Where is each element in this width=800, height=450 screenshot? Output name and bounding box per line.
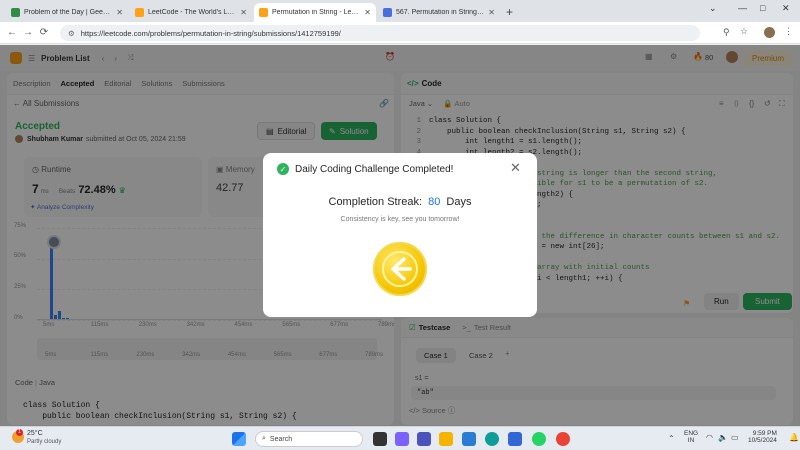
windows-taskbar: 1 25°C Partly cloudy ⌕ Search ⌃ ENG IN ◠ … xyxy=(0,426,800,450)
teams-icon[interactable] xyxy=(417,432,431,446)
tab-close-icon[interactable]: ✕ xyxy=(116,8,123,17)
tab-favicon-icon xyxy=(11,8,20,17)
lang-secondary: IN xyxy=(687,437,695,444)
streak-label: Completion Streak: xyxy=(328,196,423,208)
streak-unit: Days xyxy=(446,196,472,208)
tab-favicon-icon xyxy=(135,8,144,17)
url-input[interactable]: ⚙ https://leetcode.com/problems/permutat… xyxy=(60,25,700,41)
lang-primary: ENG xyxy=(684,430,699,437)
vscode-icon[interactable] xyxy=(462,432,476,446)
tab-title: Problem of the Day | GeeksforG xyxy=(24,9,112,16)
browser-tab[interactable]: LeetCode - The World's Leading ✕ xyxy=(130,3,252,22)
tab-title: LeetCode - The World's Leading xyxy=(148,9,236,16)
modal-subtitle: Consistency is key, see you tomorrow! xyxy=(340,216,460,223)
maximize-icon[interactable]: □ xyxy=(760,3,765,13)
task-view-icon[interactable] xyxy=(373,432,387,446)
zoom-icon[interactable]: ⚲ xyxy=(723,27,730,38)
close-window-icon[interactable]: ✕ xyxy=(782,3,790,14)
browser-tab[interactable]: Permutation in String - LeetCo ✕ xyxy=(254,3,376,22)
reload-icon[interactable]: ⟳ xyxy=(36,27,52,38)
streak-value: 80 xyxy=(428,196,441,208)
check-circle-icon: ✓ xyxy=(277,163,289,175)
windows-start-icon[interactable] xyxy=(232,432,246,446)
forward-icon[interactable]: → xyxy=(20,27,36,38)
address-bar-row: ← → ⟳ ⚙ https://leetcode.com/problems/pe… xyxy=(0,22,800,44)
copilot-icon[interactable] xyxy=(395,432,409,446)
wifi-icon[interactable]: ◠ xyxy=(706,433,713,442)
site-info-icon[interactable]: ⚙ xyxy=(68,29,75,38)
browser-tab-bar: Problem of the Day | GeeksforG✕LeetCode … xyxy=(0,0,800,22)
volume-icon[interactable]: 🔈 xyxy=(718,433,728,442)
notification-bell-icon[interactable]: 🔔 xyxy=(789,433,799,442)
url-text: https://leetcode.com/problems/permutatio… xyxy=(80,28,341,38)
weather-badge: 1 xyxy=(16,429,23,436)
streak-line: Completion Streak: 80 Days xyxy=(263,196,537,208)
tab-close-icon[interactable]: ✕ xyxy=(240,8,247,17)
back-icon[interactable]: ← xyxy=(4,27,20,38)
close-icon[interactable]: ✕ xyxy=(510,160,521,176)
search-label: Search xyxy=(269,435,293,443)
bookmark-star-icon[interactable]: ☆ xyxy=(740,26,748,37)
search-icon: ⌕ xyxy=(262,435,266,442)
edge-icon[interactable] xyxy=(485,432,499,446)
clock[interactable]: 9:59 PM 10/5/2024 xyxy=(748,430,777,444)
chevron-down-icon[interactable]: ⌄ xyxy=(709,3,717,14)
file-explorer-icon[interactable] xyxy=(439,432,453,446)
chrome-icon[interactable] xyxy=(556,432,570,446)
tab-close-icon[interactable]: ✕ xyxy=(364,8,371,17)
daily-challenge-modal: ✓ Daily Coding Challenge Completed! ✕ Co… xyxy=(263,153,537,317)
leetcode-coin-icon xyxy=(373,242,427,296)
minimize-icon[interactable]: — xyxy=(738,3,747,13)
browser-tab[interactable]: Problem of the Day | GeeksforG ✕ xyxy=(6,3,128,22)
menu-kebab-icon[interactable]: ⋮ xyxy=(784,26,793,37)
clock-date: 10/5/2024 xyxy=(748,437,777,444)
whatsapp-icon[interactable] xyxy=(532,432,546,446)
weather-desc: Partly cloudy xyxy=(27,439,62,445)
tab-title: Permutation in String - LeetCo xyxy=(272,9,361,16)
tray-chevron-icon[interactable]: ⌃ xyxy=(668,434,675,443)
taskbar-search[interactable]: ⌕ Search xyxy=(255,431,363,447)
tab-favicon-icon xyxy=(383,8,392,17)
browser-tab[interactable]: 567. Permutation in String - In ✕ xyxy=(378,3,500,22)
new-tab-button[interactable]: + xyxy=(506,5,513,19)
tab-close-icon[interactable]: ✕ xyxy=(488,8,495,17)
modal-title: Daily Coding Challenge Completed! xyxy=(295,164,454,175)
store-icon[interactable] xyxy=(508,432,522,446)
clock-time: 9:59 PM xyxy=(752,430,777,437)
tab-title: 567. Permutation in String - In xyxy=(396,9,485,16)
battery-icon[interactable]: ▭ xyxy=(731,433,739,442)
tab-favicon-icon xyxy=(259,8,268,17)
profile-avatar[interactable] xyxy=(764,27,775,38)
weather-temp[interactable]: 25°C xyxy=(27,430,43,437)
language-indicator[interactable]: ENG IN xyxy=(684,430,698,444)
